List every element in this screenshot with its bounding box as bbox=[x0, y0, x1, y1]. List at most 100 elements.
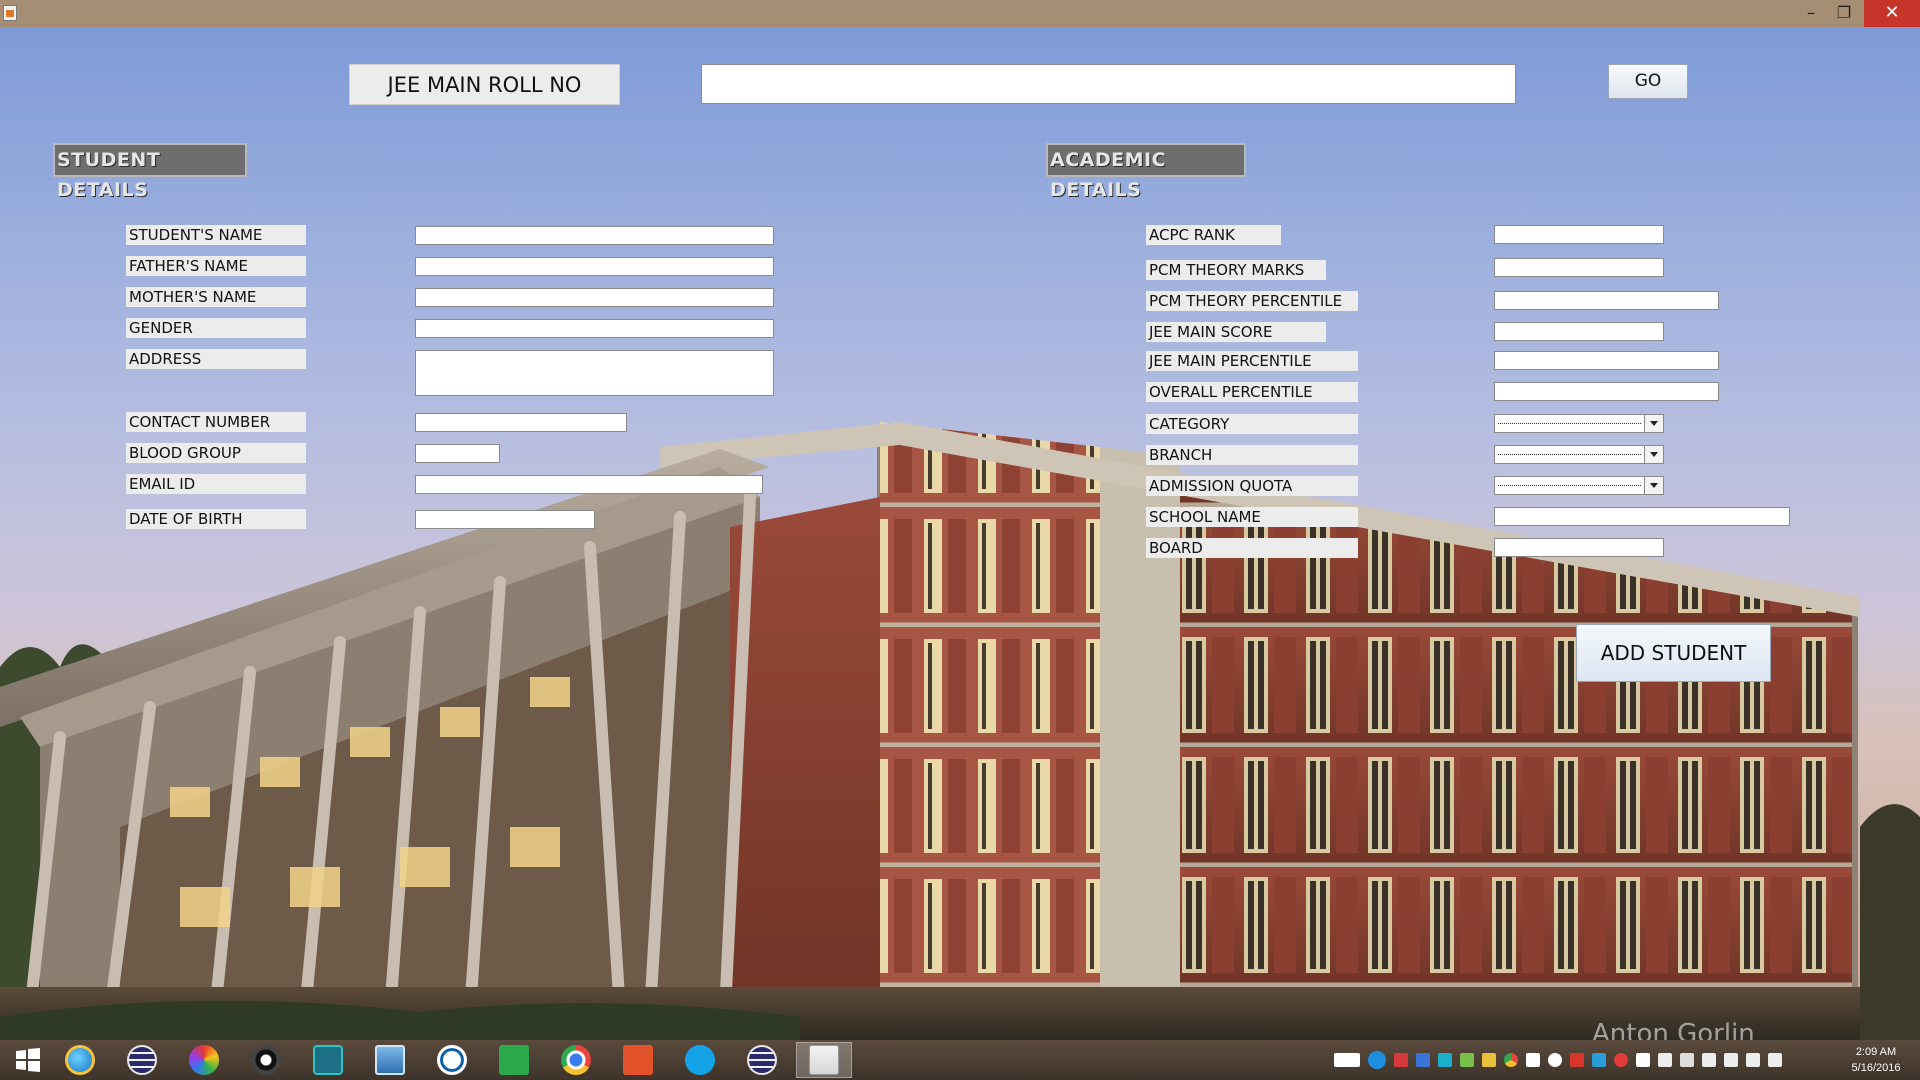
blood-group-input[interactable] bbox=[415, 444, 500, 463]
internet-explorer-icon bbox=[65, 1045, 95, 1075]
watermark-text: Anton Gorlin bbox=[1592, 1019, 1755, 1040]
clock-time: 2:09 AM bbox=[1855, 1046, 1897, 1058]
chevron-down-icon[interactable] bbox=[1644, 477, 1663, 494]
taskbar-store[interactable] bbox=[486, 1042, 542, 1078]
tray-app-icon[interactable] bbox=[1570, 1053, 1584, 1067]
overall-percentile-input[interactable] bbox=[1494, 382, 1719, 401]
hp-icon bbox=[437, 1045, 467, 1075]
remote-desktop-icon bbox=[375, 1045, 405, 1075]
video-call-icon bbox=[313, 1045, 343, 1075]
category-label: CATEGORY bbox=[1146, 414, 1358, 434]
tray-app-icon[interactable] bbox=[1438, 1053, 1452, 1067]
roll-number-label: JEE MAIN ROLL NO bbox=[349, 64, 620, 105]
address-textarea[interactable] bbox=[415, 350, 774, 396]
admission-quota-label: ADMISSION QUOTA bbox=[1146, 476, 1358, 496]
dropdown-placeholder-line bbox=[1498, 454, 1641, 455]
background-building-image: Anton Gorlin bbox=[0, 27, 1920, 1040]
father-name-input[interactable] bbox=[415, 257, 774, 276]
board-label: BOARD bbox=[1146, 538, 1358, 558]
eclipse-icon bbox=[747, 1045, 777, 1075]
network-icon[interactable] bbox=[1680, 1053, 1694, 1067]
branch-dropdown[interactable] bbox=[1494, 445, 1664, 464]
address-label: ADDRESS bbox=[126, 349, 306, 369]
roll-number-input[interactable] bbox=[701, 64, 1516, 104]
contact-number-input[interactable] bbox=[415, 413, 627, 432]
signal-icon[interactable] bbox=[1746, 1053, 1760, 1067]
close-button[interactable]: ✕ bbox=[1864, 0, 1920, 27]
keyboard-icon[interactable] bbox=[1334, 1053, 1360, 1067]
taskbar-skype[interactable] bbox=[672, 1042, 728, 1078]
student-name-input[interactable] bbox=[415, 226, 774, 245]
add-student-button[interactable]: ADD STUDENT bbox=[1576, 624, 1771, 682]
father-name-label: FATHER'S NAME bbox=[126, 256, 306, 276]
start-button[interactable] bbox=[0, 1042, 56, 1078]
blood-group-label: BLOOD GROUP bbox=[126, 443, 306, 463]
office-icon bbox=[623, 1045, 653, 1075]
windows-start-icon bbox=[16, 1048, 40, 1072]
flag-icon[interactable] bbox=[1658, 1053, 1672, 1067]
taskbar-eclipse[interactable] bbox=[114, 1042, 170, 1078]
date-of-birth-label: DATE OF BIRTH bbox=[126, 509, 306, 529]
category-dropdown[interactable] bbox=[1494, 414, 1664, 433]
school-name-input[interactable] bbox=[1494, 507, 1790, 526]
chevron-down-icon[interactable] bbox=[1644, 446, 1663, 463]
volume-icon[interactable] bbox=[1724, 1053, 1738, 1067]
taskbar-media-player[interactable] bbox=[176, 1042, 232, 1078]
tray-app-icon[interactable] bbox=[1460, 1053, 1474, 1067]
pcm-theory-percentile-input[interactable] bbox=[1494, 291, 1719, 310]
dropdown-placeholder-line bbox=[1498, 423, 1641, 424]
email-id-label: EMAIL ID bbox=[126, 474, 306, 494]
go-button[interactable]: GO bbox=[1608, 64, 1688, 99]
gender-input[interactable] bbox=[415, 319, 774, 338]
overall-percentile-label: OVERALL PERCENTILE bbox=[1146, 382, 1358, 402]
dropdown-placeholder-line bbox=[1498, 485, 1641, 486]
tray-app-icon[interactable] bbox=[1482, 1053, 1496, 1067]
tray-app-icon[interactable] bbox=[1394, 1053, 1408, 1067]
skype-icon bbox=[685, 1045, 715, 1075]
jee-main-percentile-input[interactable] bbox=[1494, 351, 1719, 370]
taskbar-clock[interactable]: 2:09 AM 5/16/2016 bbox=[1838, 1044, 1914, 1076]
mother-name-label: MOTHER'S NAME bbox=[126, 287, 306, 307]
taskbar-webcam[interactable] bbox=[238, 1042, 294, 1078]
pcm-theory-marks-input[interactable] bbox=[1494, 258, 1664, 277]
jee-main-score-input[interactable] bbox=[1494, 322, 1664, 341]
taskbar-remote-desktop[interactable] bbox=[362, 1042, 418, 1078]
tray-app-icon[interactable] bbox=[1592, 1053, 1606, 1067]
taskbar-hp[interactable] bbox=[424, 1042, 480, 1078]
windows-icon[interactable] bbox=[1526, 1053, 1540, 1067]
pcm-theory-percentile-label: PCM THEORY PERCENTILE bbox=[1146, 291, 1358, 311]
email-id-input[interactable] bbox=[415, 475, 763, 494]
board-input[interactable] bbox=[1494, 538, 1664, 557]
tray-app-icon[interactable] bbox=[1416, 1053, 1430, 1067]
chrome-icon[interactable] bbox=[1504, 1053, 1518, 1067]
taskbar-office[interactable] bbox=[610, 1042, 666, 1078]
store-icon bbox=[499, 1045, 529, 1075]
action-center-icon[interactable] bbox=[1768, 1053, 1782, 1067]
acpc-rank-input[interactable] bbox=[1494, 225, 1664, 244]
admission-quota-dropdown[interactable] bbox=[1494, 476, 1664, 495]
window-title-bar: – ❐ ✕ bbox=[0, 0, 1920, 27]
system-tray bbox=[1330, 1040, 1786, 1080]
mother-name-input[interactable] bbox=[415, 288, 774, 307]
tray-app-icon[interactable] bbox=[1614, 1053, 1628, 1067]
taskbar-internet-explorer[interactable] bbox=[52, 1042, 108, 1078]
student-name-label: STUDENT'S NAME bbox=[126, 225, 306, 245]
media-player-icon bbox=[189, 1045, 219, 1075]
taskbar-eclipse-2[interactable] bbox=[734, 1042, 790, 1078]
taskbar-chrome[interactable] bbox=[548, 1042, 604, 1078]
tray-app-icon[interactable] bbox=[1636, 1053, 1650, 1067]
chevron-down-icon[interactable] bbox=[1644, 415, 1663, 432]
onedrive-icon[interactable] bbox=[1548, 1053, 1562, 1067]
taskbar-java[interactable] bbox=[796, 1042, 852, 1078]
battery-icon[interactable] bbox=[1702, 1053, 1716, 1067]
maximize-button[interactable]: ❐ bbox=[1823, 0, 1865, 27]
academic-details-header: ACADEMIC DETAILS bbox=[1046, 143, 1246, 201]
school-name-label: SCHOOL NAME bbox=[1146, 507, 1358, 527]
contact-number-label: CONTACT NUMBER bbox=[126, 412, 306, 432]
taskbar-video-call[interactable] bbox=[300, 1042, 356, 1078]
branch-label: BRANCH bbox=[1146, 445, 1358, 465]
date-of-birth-input[interactable] bbox=[415, 510, 595, 529]
help-icon[interactable] bbox=[1368, 1051, 1386, 1069]
jee-main-score-label: JEE MAIN SCORE bbox=[1146, 322, 1326, 342]
webcam-icon bbox=[251, 1045, 281, 1075]
